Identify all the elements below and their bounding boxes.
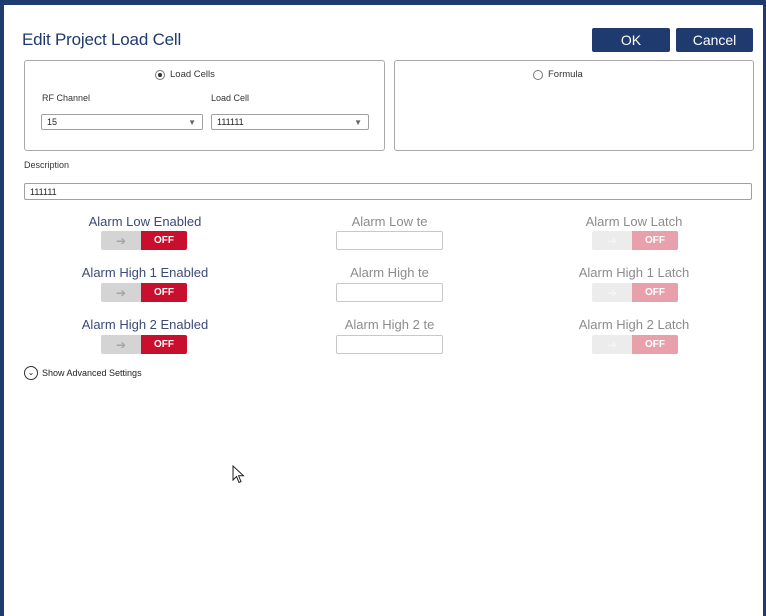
alarm-high-2-enabled-label: Alarm High 2 Enabled [81, 317, 209, 332]
load-cell-label: Load Cell [211, 93, 250, 103]
chevron-down-icon: ▼ [354, 118, 362, 127]
show-advanced-label: Show Advanced Settings [42, 368, 142, 378]
alarm-high-value-input[interactable] [336, 283, 443, 302]
arrow-right-icon: ➔ [592, 283, 632, 302]
toggle-state: OFF [141, 335, 187, 354]
alarm-low-latch-toggle[interactable]: ➔ OFF [592, 231, 678, 250]
load-cells-panel: Load Cells RF Channel Load Cell 15 ▼ 111… [24, 60, 385, 151]
load-cell-value: 111111 [217, 117, 244, 127]
alarm-high-1-latch-toggle[interactable]: ➔ OFF [592, 283, 678, 302]
rf-channel-label: RF Channel [42, 93, 91, 103]
formula-label: Formula [548, 69, 583, 80]
rf-channel-value: 15 [47, 117, 58, 127]
formula-option[interactable]: Formula [533, 69, 583, 80]
toggle-state: OFF [632, 283, 678, 302]
alarm-high-2-value-input[interactable] [336, 335, 443, 354]
arrow-right-icon: ➔ [101, 335, 141, 354]
alarm-high-2-latch-toggle[interactable]: ➔ OFF [592, 335, 678, 354]
alarm-low-latch-label: Alarm Low Latch [585, 214, 683, 229]
toggle-state: OFF [632, 231, 678, 250]
show-advanced-settings[interactable]: ⌄ Show Advanced Settings [24, 366, 142, 380]
load-cells-label: Load Cells [170, 69, 215, 80]
alarm-low-value-label: Alarm Low te [351, 214, 428, 229]
arrow-right-icon: ➔ [592, 231, 632, 250]
description-value: 111111 [30, 186, 57, 197]
chevron-down-icon: ▼ [188, 118, 196, 127]
toggle-state: OFF [141, 283, 187, 302]
alarm-high-2-latch-label: Alarm High 2 Latch [578, 317, 690, 332]
alarm-low-enabled-label: Alarm Low Enabled [88, 214, 202, 229]
alarm-high-1-enabled-label: Alarm High 1 Enabled [81, 265, 209, 280]
alarm-high-2-value-label: Alarm High 2 te [344, 317, 435, 332]
load-cells-option[interactable]: Load Cells [155, 69, 215, 80]
description-input[interactable]: 111111 [24, 183, 752, 200]
cancel-button[interactable]: Cancel [676, 28, 753, 52]
ok-button[interactable]: OK [592, 28, 670, 52]
load-cells-radio[interactable] [155, 69, 165, 80]
mouse-pointer-icon [232, 465, 245, 484]
window-frame-top [0, 0, 766, 5]
alarm-high-2-enabled-toggle[interactable]: ➔ OFF [101, 335, 187, 354]
rf-channel-select[interactable]: 15 ▼ [41, 114, 203, 130]
formula-radio[interactable] [533, 69, 543, 80]
alarm-high-1-latch-label: Alarm High 1 Latch [578, 265, 690, 280]
alarm-low-value-input[interactable] [336, 231, 443, 250]
alarm-low-enabled-toggle[interactable]: ➔ OFF [101, 231, 187, 250]
arrow-right-icon: ➔ [592, 335, 632, 354]
chevron-down-circle-icon: ⌄ [24, 366, 38, 380]
toggle-state: OFF [141, 231, 187, 250]
toggle-state: OFF [632, 335, 678, 354]
arrow-right-icon: ➔ [101, 231, 141, 250]
formula-panel: Formula [394, 60, 754, 151]
load-cell-select[interactable]: 111111 ▼ [211, 114, 369, 130]
alarm-high-1-enabled-toggle[interactable]: ➔ OFF [101, 283, 187, 302]
dialog-title: Edit Project Load Cell [22, 30, 182, 49]
alarm-high-value-label: Alarm High te [350, 265, 429, 280]
arrow-right-icon: ➔ [101, 283, 141, 302]
description-label: Description [24, 160, 70, 170]
window-frame-left [0, 0, 4, 616]
